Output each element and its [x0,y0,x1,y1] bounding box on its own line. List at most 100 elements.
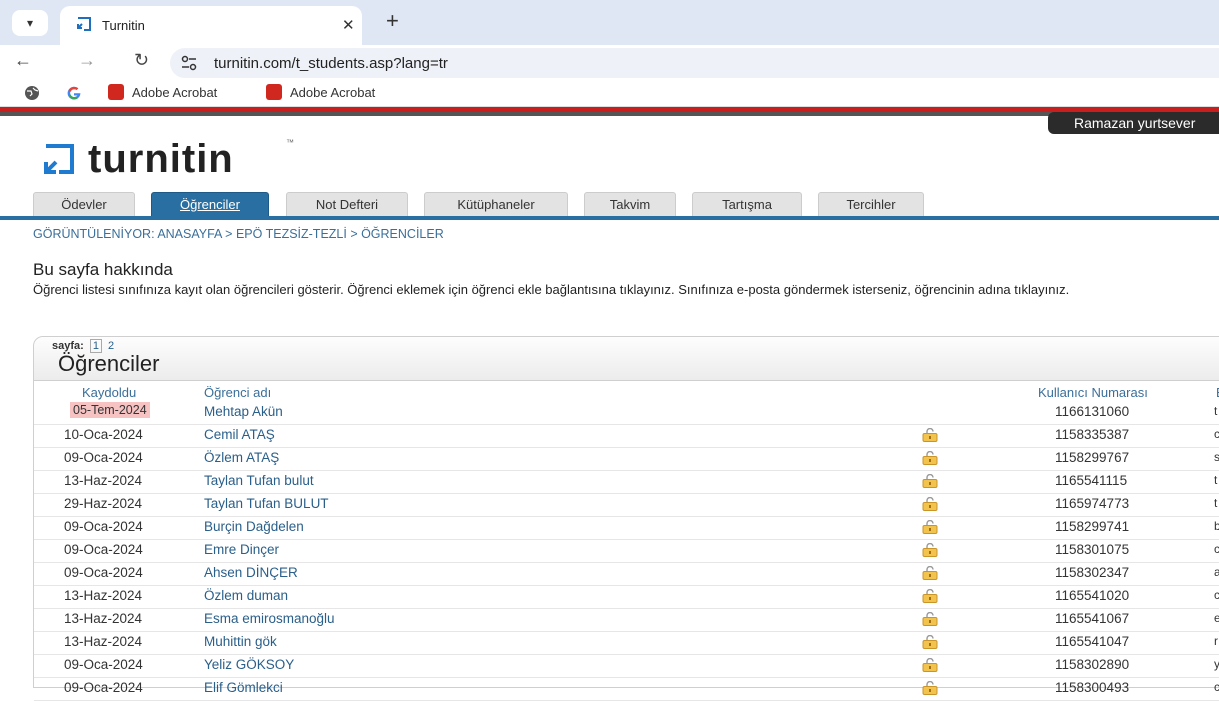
unlock-icon[interactable] [921,635,939,649]
globe-icon[interactable] [24,85,40,101]
email-cell-truncated[interactable]: t [1214,473,1217,487]
user-id: 1165541067 [1055,611,1130,626]
column-header-user-id[interactable]: Kullanıcı Numarası [1038,385,1148,400]
table-row: 13-Haz-2024 Taylan Tufan bulut 1165541115 t [34,470,1219,494]
table-row: 09-Oca-2024 Elif Gömlekci 1158300493 c [34,677,1219,701]
bookmarks-bar: Adobe Acrobat Adobe Acrobat [0,79,1219,107]
table-row: 13-Haz-2024 Esma emirosmanoğlu 1165541067 e [34,608,1219,632]
tab-odevler[interactable]: Ödevler [33,192,135,217]
tab-tartisma[interactable]: Tartışma [692,192,802,217]
enrolled-date: 05-Tem-2024 [70,402,150,418]
user-id: 1166131060 [1055,404,1130,419]
site-settings-icon[interactable] [180,54,198,72]
enrolled-date: 09-Oca-2024 [64,519,143,534]
unlock-icon[interactable] [921,658,939,672]
tab-kutuphaneler[interactable]: Kütüphaneler [424,192,568,217]
unlock-icon[interactable] [921,589,939,603]
user-id: 1165541047 [1055,634,1130,649]
unlock-icon[interactable] [921,520,939,534]
email-cell-truncated[interactable]: t [1214,496,1217,510]
student-name-link[interactable]: Yeliz GÖKSOY [204,657,294,672]
student-name-link[interactable]: Muhittin gök [204,634,277,649]
tab-ogrenciler[interactable]: Öğrenciler [151,192,269,217]
email-cell-truncated[interactable]: c [1214,542,1219,556]
email-cell-truncated[interactable]: c [1214,680,1219,694]
omnibox[interactable]: turnitin.com/t_students.asp?lang=tr [170,48,1219,78]
enrolled-date: 13-Haz-2024 [64,473,143,488]
student-name-link[interactable]: Taylan Tufan bulut [204,473,314,488]
enrolled-date: 13-Haz-2024 [64,588,143,603]
students-panel-title: Öğrenciler [58,351,160,376]
tab-title: Turnitin [102,18,145,33]
user-id: 1165974773 [1055,496,1130,511]
reload-icon[interactable]: ↻ [134,50,149,71]
column-header-enrolled[interactable]: Kaydoldu [82,385,136,400]
chevron-down-icon: ▾ [26,16,34,30]
unlock-icon[interactable] [921,474,939,488]
browser-tab[interactable]: Turnitin ✕ [60,6,362,45]
bookmark-adobe-acrobat-2[interactable]: Adobe Acrobat [266,84,375,100]
student-name-link[interactable]: Burçin Dağdelen [204,519,304,534]
user-id: 1158335387 [1055,427,1130,442]
student-name-link[interactable]: Esma emirosmanoğlu [204,611,335,626]
student-name-link[interactable]: Elif Gömlekci [204,680,283,695]
enrolled-date: 09-Oca-2024 [64,542,143,557]
student-name-link[interactable]: Emre Dinçer [204,542,279,557]
back-icon[interactable]: ← [14,50,32,71]
table-row: 05-Tem-2024 Mehtap Akün 1166131060 t [34,401,1219,425]
user-id: 1158302347 [1055,565,1130,580]
tab-not-defteri[interactable]: Not Defteri [286,192,408,217]
student-name-link[interactable]: Taylan Tufan BULUT [204,496,329,511]
tab-search-button[interactable]: ▾ [12,10,48,36]
unlock-icon[interactable] [921,451,939,465]
google-icon[interactable] [66,85,82,101]
nav-underline-bar [0,216,1219,220]
user-menu[interactable]: Ramazan yurtsever [1048,112,1219,134]
column-header-student-name[interactable]: Öğrenci adı [204,385,271,400]
email-cell-truncated[interactable]: r [1214,634,1218,648]
student-name-link[interactable]: Ahsen DİNÇER [204,565,298,580]
unlock-icon[interactable] [921,543,939,557]
email-cell-truncated[interactable]: b [1214,519,1219,533]
bookmark-adobe-acrobat-1[interactable]: Adobe Acrobat [108,84,217,100]
email-cell-truncated[interactable]: c [1214,427,1219,441]
unlock-icon[interactable] [921,428,939,442]
turnitin-logo-icon [44,144,74,174]
email-cell-truncated[interactable]: e [1214,611,1219,625]
user-id: 1158299741 [1055,519,1130,534]
main-nav-tabs: Ödevler Öğrenciler Not Defteri Kütüphane… [0,192,1219,217]
email-cell-truncated[interactable]: y [1214,657,1219,671]
close-tab-icon[interactable]: ✕ [342,16,355,34]
unlock-icon[interactable] [921,612,939,626]
table-row: 09-Oca-2024 Burçin Dağdelen 1158299741 b [34,516,1219,540]
tab-tercihler[interactable]: Tercihler [818,192,924,217]
new-tab-button[interactable]: + [386,8,399,34]
student-name-link[interactable]: Mehtap Akün [204,404,283,419]
student-name-link[interactable]: Cemil ATAŞ [204,427,275,442]
student-name-link[interactable]: Özlem duman [204,588,288,603]
logo-trademark: ™ [286,138,294,147]
adobe-acrobat-icon [108,84,124,100]
unlock-icon[interactable] [921,497,939,511]
tab-takvim[interactable]: Takvim [584,192,676,217]
email-cell-truncated[interactable]: s [1214,450,1219,464]
table-row: 09-Oca-2024 Yeliz GÖKSOY 1158302890 y [34,654,1219,678]
student-name-link[interactable]: Özlem ATAŞ [204,450,279,465]
user-id: 1158302890 [1055,657,1130,672]
unlock-icon[interactable] [921,566,939,580]
email-cell-truncated[interactable]: c [1214,588,1219,602]
user-id: 1158299767 [1055,450,1130,465]
enrolled-date: 10-Oca-2024 [64,427,143,442]
table-row: 13-Haz-2024 Özlem duman 1165541020 c [34,585,1219,609]
url-text[interactable]: turnitin.com/t_students.asp?lang=tr [214,55,448,72]
email-cell-truncated[interactable]: a [1214,565,1219,579]
unlock-icon[interactable] [921,681,939,695]
turnitin-logo[interactable]: turnitin ™ [42,134,294,184]
adobe-acrobat-icon [266,84,282,100]
students-panel: sayfa: 1 2 Öğrenciler Kaydoldu Öğrenci a… [33,336,1219,701]
address-bar-row: ← → ↻ turnitin.com/t_students.asp?lang=t… [0,45,1219,79]
enrolled-date: 09-Oca-2024 [64,657,143,672]
about-heading: Bu sayfa hakkında [33,260,173,279]
forward-icon[interactable]: → [78,50,96,71]
email-cell-truncated[interactable]: t [1214,404,1217,418]
